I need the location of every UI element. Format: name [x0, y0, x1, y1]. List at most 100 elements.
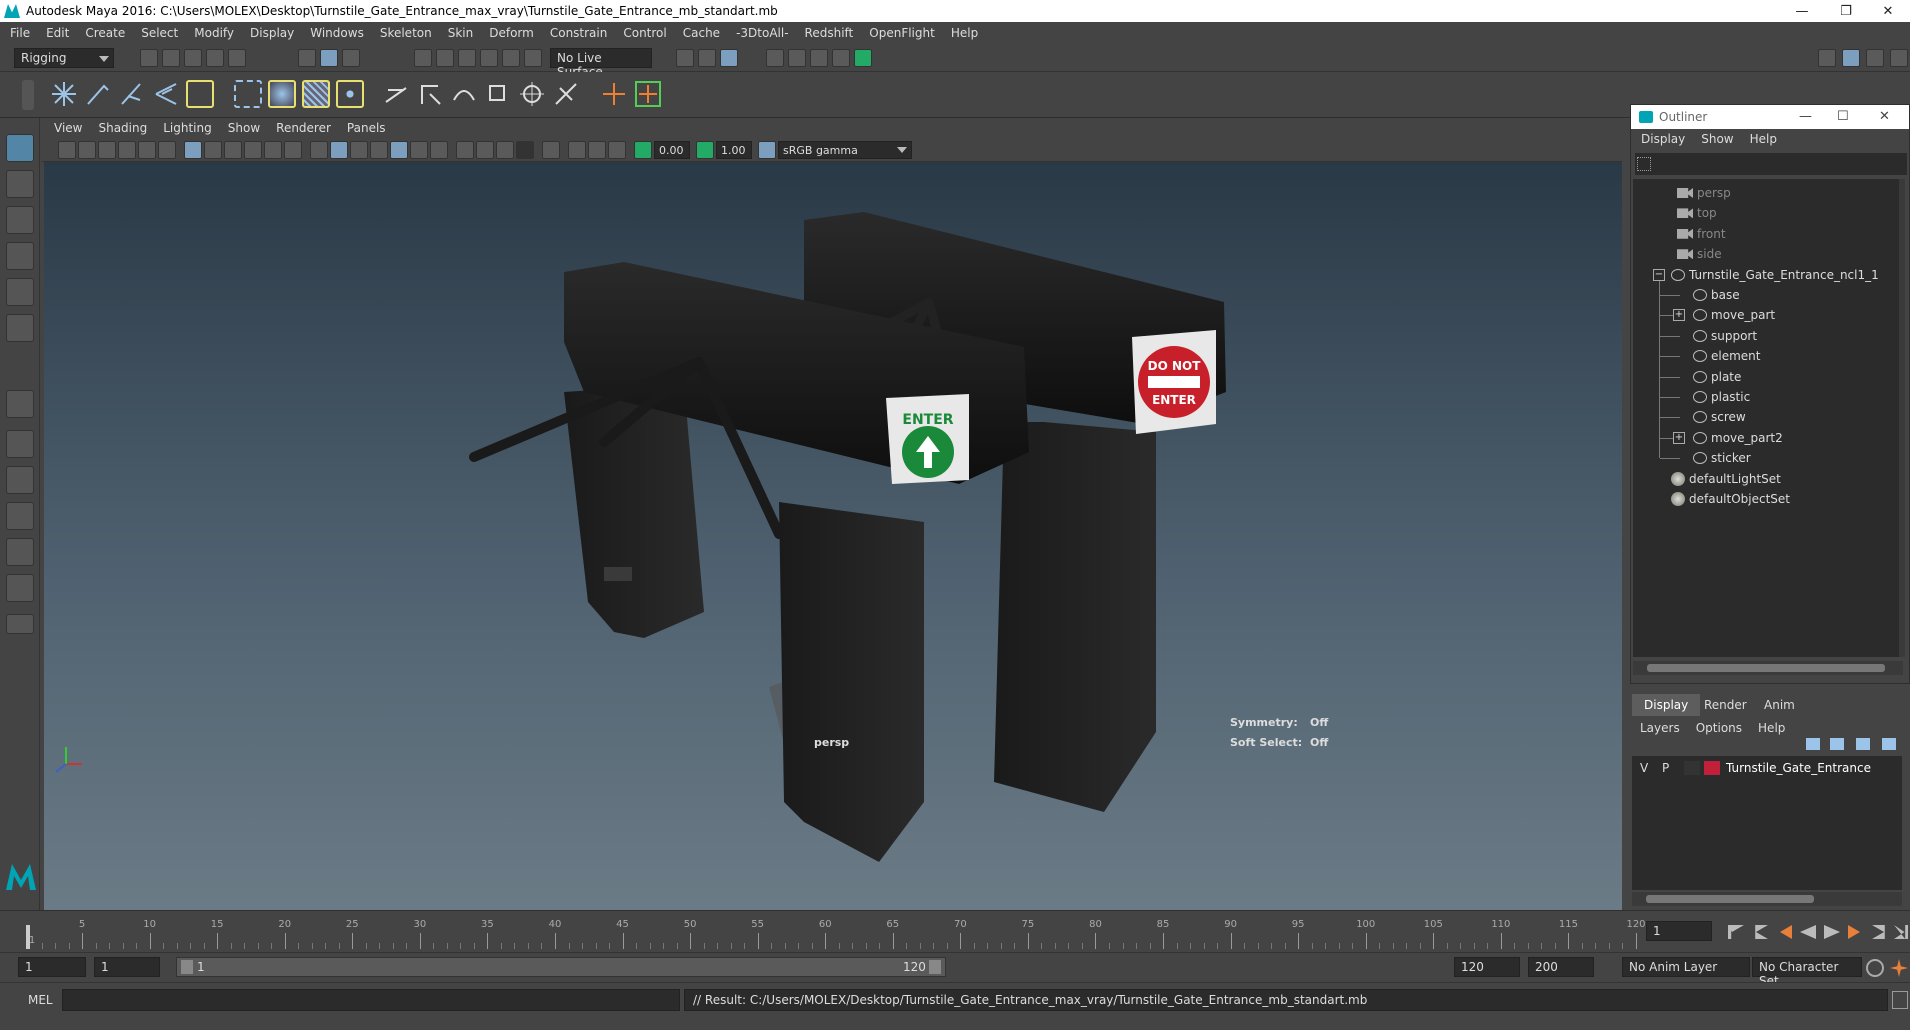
outliner-item-move-part2[interactable]: move_part2: [1693, 428, 1783, 448]
outliner-item-element[interactable]: element: [1693, 346, 1760, 366]
three-pane-icon[interactable]: [6, 538, 34, 566]
depth-of-field-icon[interactable]: [516, 141, 534, 159]
input-ops-icon[interactable]: [698, 49, 716, 67]
playback-end-field[interactable]: 120: [1454, 957, 1520, 977]
four-pane-icon[interactable]: [6, 430, 34, 458]
field-chart-icon[interactable]: [264, 141, 282, 159]
pole-vector-icon[interactable]: [552, 80, 580, 108]
menu-control[interactable]: Control: [623, 26, 666, 40]
outliner-item-group[interactable]: Turnstile_Gate_Entrance_ncl1_1: [1671, 265, 1879, 285]
history-icon[interactable]: [676, 49, 694, 67]
shelf-menu-icon[interactable]: [22, 80, 34, 110]
grid-icon[interactable]: [184, 141, 202, 159]
locator-icon[interactable]: [600, 80, 628, 108]
camera-attributes-icon[interactable]: [78, 141, 96, 159]
live-surface-field[interactable]: No Live Surface: [550, 48, 652, 79]
panel-menu-panels[interactable]: Panels: [347, 121, 386, 135]
save-scene-icon[interactable]: [184, 49, 202, 67]
select-hierarchy-icon[interactable]: [298, 49, 316, 67]
move-tool-icon[interactable]: [6, 242, 34, 270]
layer-menu-options[interactable]: Options: [1696, 721, 1742, 735]
outliner-vscrollbar[interactable]: [1899, 179, 1905, 657]
screen-space-ao-icon[interactable]: [456, 141, 474, 159]
minimize-button[interactable]: —: [1780, 0, 1824, 22]
snap-curve-icon[interactable]: [436, 49, 454, 67]
panel-menu-view[interactable]: View: [54, 121, 82, 135]
outliner-item-screw[interactable]: screw: [1693, 407, 1746, 427]
select-component-icon[interactable]: [342, 49, 360, 67]
viewport-persp[interactable]: DO NOT ENTER ENTER Symmetry: Off Soft Se…: [44, 162, 1622, 910]
parent-constraint-icon[interactable]: [518, 80, 546, 108]
render-settings-icon[interactable]: [810, 49, 828, 67]
select-tool-icon[interactable]: [6, 134, 34, 162]
snap-grid-icon[interactable]: [414, 49, 432, 67]
outliner-item-side[interactable]: side: [1677, 244, 1722, 264]
outliner-search-input[interactable]: [1635, 153, 1907, 175]
restore-button[interactable]: ❐: [1824, 0, 1868, 22]
scale-tool-icon[interactable]: [6, 314, 34, 342]
menu-edit[interactable]: Edit: [46, 26, 69, 40]
motion-blur-icon[interactable]: [476, 141, 494, 159]
new-scene-icon[interactable]: [140, 49, 158, 67]
exposure-field[interactable]: 0.00: [654, 141, 690, 159]
snap-surface-icon[interactable]: [502, 49, 520, 67]
use-all-lights-icon[interactable]: [410, 141, 428, 159]
animation-start-field[interactable]: 1: [18, 957, 86, 977]
ipr-render-icon[interactable]: [788, 49, 806, 67]
tab-anim[interactable]: Anim: [1752, 694, 1807, 716]
menu-openflight[interactable]: OpenFlight: [869, 26, 935, 40]
modeling-toolkit-icon[interactable]: [1818, 49, 1836, 67]
step-forward-key-icon[interactable]: [1872, 925, 1885, 939]
character-set-dropdown[interactable]: No Character Set: [1752, 957, 1862, 988]
rotate-tool-icon[interactable]: [6, 278, 34, 306]
go-to-start-icon[interactable]: [1728, 925, 1744, 939]
outliner-menu-show[interactable]: Show: [1701, 132, 1733, 146]
collapse-icon[interactable]: [6, 614, 34, 634]
collapse-toggle-icon[interactable]: −: [1653, 268, 1665, 281]
exposure-icon[interactable]: [634, 141, 652, 159]
command-language-label[interactable]: MEL: [28, 993, 53, 1007]
outliner-menu-display[interactable]: Display: [1641, 132, 1685, 146]
color-management-icon[interactable]: [758, 141, 776, 159]
construction-history-icon[interactable]: [720, 49, 738, 67]
bind-skin-icon[interactable]: [186, 80, 214, 108]
hik-icon[interactable]: [634, 80, 662, 108]
range-start-handle[interactable]: [181, 960, 193, 974]
lattice-icon[interactable]: [234, 80, 262, 108]
ik-spline-icon[interactable]: [118, 80, 146, 108]
outliner-item-top[interactable]: top: [1677, 203, 1717, 223]
move-layer-down-icon[interactable]: [1830, 738, 1844, 750]
paint-select-icon[interactable]: [6, 206, 34, 234]
script-editor-icon[interactable]: [1892, 991, 1908, 1009]
outliner-item-defaultObjectSet[interactable]: defaultObjectSet: [1671, 489, 1790, 509]
scrollbar-thumb[interactable]: [1647, 664, 1885, 672]
redo-icon[interactable]: [228, 49, 246, 67]
layer-playback-toggle[interactable]: P: [1662, 761, 1669, 775]
menu-file[interactable]: File: [10, 26, 30, 40]
go-to-end-icon[interactable]: [1894, 925, 1908, 939]
tool-settings-icon[interactable]: [1890, 49, 1908, 67]
expand-toggle-icon[interactable]: +: [1673, 309, 1685, 322]
current-time-indicator[interactable]: [26, 925, 30, 949]
gamma-field[interactable]: 1.00: [716, 141, 752, 159]
xray-joints-icon[interactable]: [608, 141, 626, 159]
xray-icon[interactable]: [568, 141, 586, 159]
attribute-editor-icon[interactable]: [1866, 49, 1884, 67]
orient-constraint-icon[interactable]: [450, 80, 478, 108]
step-forward-frame-icon[interactable]: [1848, 925, 1860, 939]
default-material-icon[interactable]: [350, 141, 368, 159]
single-pane-icon[interactable]: [6, 390, 34, 418]
outliner-item-persp[interactable]: persp: [1677, 183, 1731, 203]
new-layer-icon[interactable]: [1856, 738, 1870, 750]
open-scene-icon[interactable]: [162, 49, 180, 67]
colorspace-dropdown[interactable]: sRGB gamma: [778, 141, 912, 159]
smooth-shade-icon[interactable]: [330, 141, 348, 159]
gate-mask-icon[interactable]: [244, 141, 262, 159]
2d-pan-zoom-icon[interactable]: [138, 141, 156, 159]
new-layer-selected-icon[interactable]: [1882, 738, 1896, 750]
menu-windows[interactable]: Windows: [310, 26, 364, 40]
time-ruler[interactable]: 1 5 10 15 20 25 30 35 40 45 50 55 60 65 70 75 80 85 90 95 10…: [26, 915, 1646, 949]
outliner-item-sticker[interactable]: sticker: [1693, 448, 1751, 468]
bookmark-icon[interactable]: [98, 141, 116, 159]
panel-menu-lighting[interactable]: Lighting: [163, 121, 212, 135]
